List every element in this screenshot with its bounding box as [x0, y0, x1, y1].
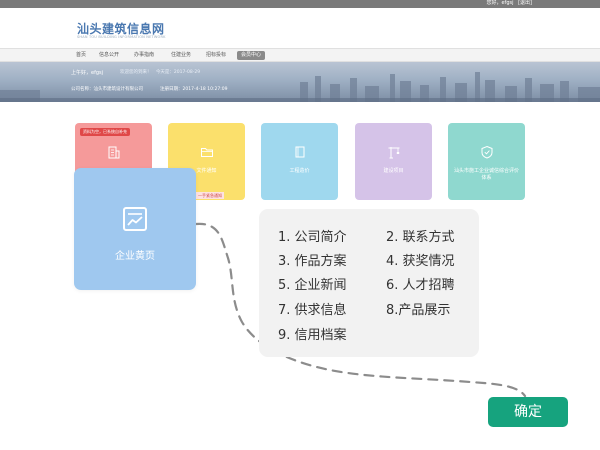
yellow-pages-submenu: 1. 公司简介 2. 联系方式 3. 作品方案 4. 获奖情况 5. 企业新闻 …: [259, 209, 479, 357]
menu-item-contact[interactable]: 2. 联系方式: [386, 226, 455, 245]
menu-item-credit-file[interactable]: 9. 信用档案: [278, 324, 347, 343]
menu-item-works[interactable]: 3. 作品方案: [278, 250, 347, 269]
enterprise-yellow-pages-card[interactable]: 企业黄页: [74, 168, 196, 290]
menu-item-awards[interactable]: 4. 获奖情况: [386, 250, 455, 269]
menu-item-products[interactable]: 8.产品展示: [386, 299, 450, 318]
confirm-button[interactable]: 确定: [488, 397, 568, 427]
menu-item-news[interactable]: 5. 企业新闻: [278, 274, 347, 293]
chart-page-icon: [123, 207, 147, 231]
menu-item-supply-demand[interactable]: 7. 供求信息: [278, 299, 347, 318]
menu-item-recruitment[interactable]: 6. 人才招聘: [386, 274, 455, 293]
card-label: 企业黄页: [115, 251, 155, 262]
menu-item-company-profile[interactable]: 1. 公司简介: [278, 226, 347, 245]
